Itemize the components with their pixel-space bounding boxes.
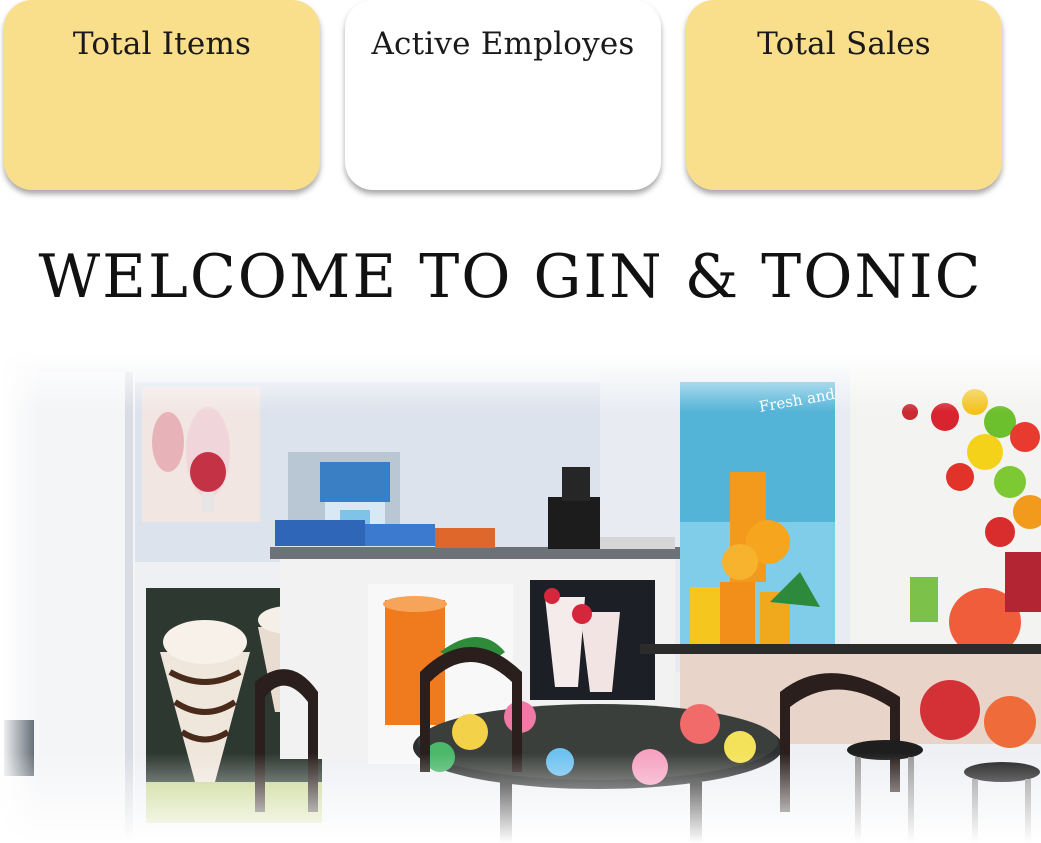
total-items-card[interactable]: Total Items	[4, 0, 320, 190]
stats-cards: Total Items Active Employes Total Sales	[0, 0, 1041, 200]
total-sales-label: Total Sales	[757, 26, 931, 62]
active-employees-label: Active Employes	[371, 26, 635, 62]
welcome-heading: WELCOME TO GIN & TONIC	[38, 242, 983, 312]
total-items-label: Total Items	[72, 26, 252, 62]
total-sales-card[interactable]: Total Sales	[686, 0, 1002, 190]
photo-fade-top	[0, 352, 1041, 412]
juice-bar-photo: Fresh and	[0, 352, 1041, 843]
photo-fade-bottom	[0, 753, 1041, 843]
active-employees-card[interactable]: Active Employes	[345, 0, 661, 190]
